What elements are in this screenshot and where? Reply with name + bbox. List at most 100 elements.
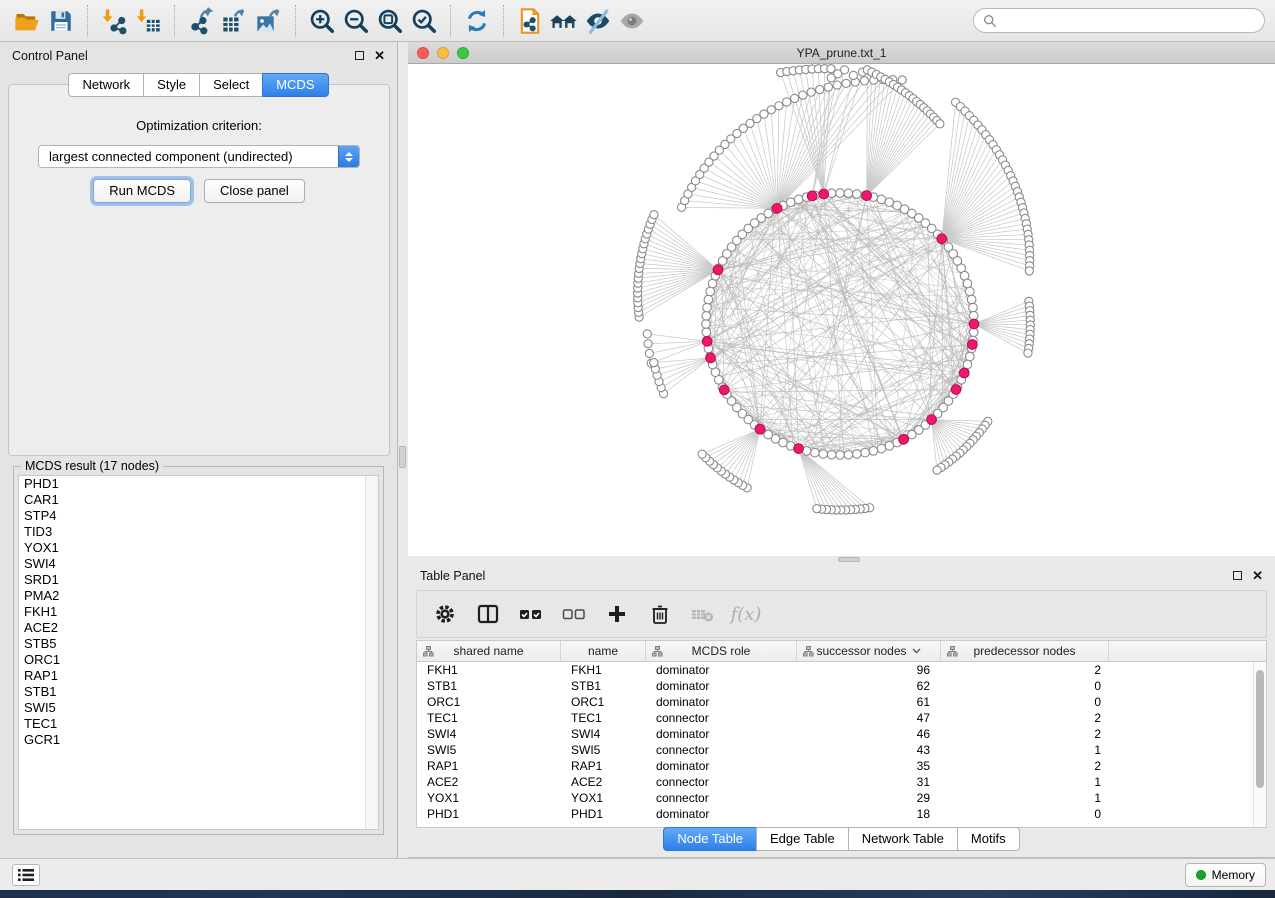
zoom-in-icon[interactable]: [305, 4, 339, 38]
tab-select[interactable]: Select: [199, 73, 262, 97]
tab-motifs[interactable]: Motifs: [957, 827, 1020, 851]
deselect-all-rows-icon[interactable]: [560, 600, 588, 628]
cell-successor-nodes: 96: [797, 662, 941, 678]
table-row[interactable]: ORC1ORC1dominator610: [417, 694, 1266, 710]
result-node-item[interactable]: YOX1: [19, 540, 378, 556]
float-panel-icon[interactable]: [1233, 571, 1242, 580]
table-row[interactable]: SWI4SWI4dominator462: [417, 726, 1266, 742]
search-field[interactable]: [973, 8, 1265, 33]
mcds-result-box: MCDS result (17 nodes) PHD1CAR1STP4TID3Y…: [13, 466, 384, 835]
column-header-name[interactable]: name: [561, 641, 646, 661]
result-node-item[interactable]: FKH1: [19, 604, 378, 620]
close-panel-icon[interactable]: ✕: [374, 51, 385, 61]
table-row[interactable]: FKH1FKH1dominator962: [417, 662, 1266, 678]
search-input[interactable]: [1003, 14, 1255, 28]
zoom-fit-icon[interactable]: [373, 4, 407, 38]
cell-successor-nodes: 18: [797, 806, 941, 822]
table-scrollbar[interactable]: [1253, 662, 1266, 827]
control-panel-header: Control Panel ✕: [0, 42, 397, 69]
control-panel-title: Control Panel: [12, 49, 88, 63]
column-header-shared-name[interactable]: shared name: [417, 641, 561, 661]
table-row[interactable]: TEC1TEC1connector472: [417, 710, 1266, 726]
float-panel-icon[interactable]: [355, 51, 364, 60]
refresh-icon[interactable]: [460, 4, 494, 38]
table-row[interactable]: SWI5SWI5connector431: [417, 742, 1266, 758]
import-network-icon[interactable]: [97, 4, 131, 38]
result-node-item[interactable]: SWI4: [19, 556, 378, 572]
network-titlebar[interactable]: YPA_prune.txt_1: [408, 42, 1275, 64]
memory-button[interactable]: Memory: [1185, 863, 1266, 887]
table-row[interactable]: PHD1PHD1dominator180: [417, 806, 1266, 822]
close-panel-icon[interactable]: ✕: [1252, 571, 1263, 581]
vertical-splitter[interactable]: [398, 42, 408, 860]
result-node-item[interactable]: TEC1: [19, 716, 378, 732]
mcds-result-title: MCDS result (17 nodes): [21, 459, 163, 473]
result-node-item[interactable]: RAP1: [19, 668, 378, 684]
splitter-handle[interactable]: [399, 446, 406, 468]
tab-network-table[interactable]: Network Table: [848, 827, 957, 851]
close-panel-button[interactable]: Close panel: [204, 179, 305, 203]
cell-MCDS-role: dominator: [646, 726, 797, 742]
table-row[interactable]: ACE2ACE2connector311: [417, 774, 1266, 790]
result-node-item[interactable]: SWI5: [19, 700, 378, 716]
cell-shared-name: YOX1: [417, 790, 561, 806]
result-list-scrollbar[interactable]: [365, 476, 378, 829]
import-table-icon[interactable]: [131, 4, 165, 38]
export-image-icon[interactable]: [252, 4, 286, 38]
table-row[interactable]: YOX1YOX1connector291: [417, 790, 1266, 806]
column-header-MCDS-role[interactable]: MCDS role: [646, 641, 797, 661]
network-view-window: YPA_prune.txt_1: [408, 42, 1275, 556]
save-session-icon[interactable]: [44, 4, 78, 38]
result-node-item[interactable]: STB1: [19, 684, 378, 700]
result-node-item[interactable]: STB5: [19, 636, 378, 652]
result-node-item[interactable]: STP4: [19, 508, 378, 524]
node-table[interactable]: shared namenameMCDS rolesuccessor nodesp…: [416, 640, 1267, 828]
zoom-out-icon[interactable]: [339, 4, 373, 38]
result-node-item[interactable]: CAR1: [19, 492, 378, 508]
table-scrollbar-thumb[interactable]: [1256, 670, 1264, 788]
run-mcds-button[interactable]: Run MCDS: [93, 179, 191, 203]
table-row[interactable]: STB1STB1dominator620: [417, 678, 1266, 694]
memory-label: Memory: [1212, 868, 1255, 882]
cell-successor-nodes: 29: [797, 790, 941, 806]
share-network-file-icon[interactable]: [513, 4, 547, 38]
select-all-rows-icon[interactable]: [517, 600, 545, 628]
result-node-item[interactable]: ORC1: [19, 652, 378, 668]
network-graph[interactable]: [408, 64, 1275, 556]
task-history-button[interactable]: [12, 864, 40, 886]
column-header-successor-nodes[interactable]: successor nodes: [797, 641, 941, 661]
hide-panel-icon[interactable]: [581, 4, 615, 38]
export-network-icon[interactable]: [184, 4, 218, 38]
tab-style[interactable]: Style: [143, 73, 199, 97]
result-node-item[interactable]: SRD1: [19, 572, 378, 588]
mcds-result-list[interactable]: PHD1CAR1STP4TID3YOX1SWI4SRD1PMA2FKH1ACE2…: [18, 475, 379, 830]
cell-MCDS-role: connector: [646, 774, 797, 790]
home-networks-icon[interactable]: [547, 4, 581, 38]
result-node-item[interactable]: PMA2: [19, 588, 378, 604]
open-session-icon[interactable]: [10, 4, 44, 38]
show-columns-icon[interactable]: [474, 600, 502, 628]
tab-node-table[interactable]: Node Table: [663, 827, 756, 851]
column-header-predecessor-nodes[interactable]: predecessor nodes: [941, 641, 1109, 661]
result-node-item[interactable]: GCR1: [19, 732, 378, 748]
tab-network[interactable]: Network: [68, 73, 143, 97]
result-node-item[interactable]: ACE2: [19, 620, 378, 636]
cell-MCDS-role: connector: [646, 790, 797, 806]
criterion-dropdown[interactable]: largest connected component (undirected): [38, 145, 360, 168]
tab-mcds[interactable]: MCDS: [262, 73, 328, 97]
tab-edge-table[interactable]: Edge Table: [756, 827, 848, 851]
show-panel-icon[interactable]: [615, 4, 649, 38]
table-row[interactable]: RAP1RAP1dominator352: [417, 758, 1266, 774]
network-canvas[interactable]: [408, 64, 1275, 556]
table-panel-title: Table Panel: [420, 569, 485, 583]
result-node-item[interactable]: TID3: [19, 524, 378, 540]
criterion-dropdown-value: largest connected component (undirected): [39, 149, 338, 164]
zoom-selected-icon[interactable]: [407, 4, 441, 38]
cell-predecessor-nodes: 1: [941, 742, 1109, 758]
cell-shared-name: SWI5: [417, 742, 561, 758]
table-settings-icon[interactable]: [431, 600, 459, 628]
delete-column-icon[interactable]: [646, 600, 674, 628]
export-table-icon[interactable]: [218, 4, 252, 38]
result-node-item[interactable]: PHD1: [19, 476, 378, 492]
add-column-icon[interactable]: [603, 600, 631, 628]
